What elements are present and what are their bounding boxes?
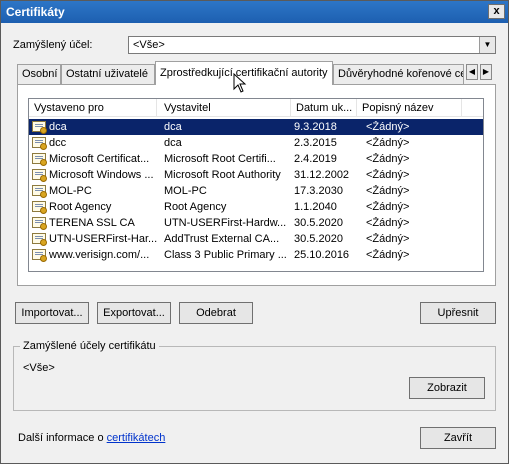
cell-date: 30.5.2020 bbox=[294, 233, 343, 245]
tab-other-people[interactable]: Ostatní uživatelé bbox=[61, 64, 155, 84]
purpose-select[interactable]: <Vše> ▼ bbox=[128, 36, 496, 54]
cell-friendly-name: <Žádný> bbox=[366, 201, 410, 213]
close-button[interactable]: Zavřít bbox=[420, 427, 496, 449]
cell-issuer: dca bbox=[164, 137, 182, 149]
table-row[interactable]: Microsoft Certificat... Microsoft Root C… bbox=[29, 151, 483, 167]
cell-friendly-name: <Žádný> bbox=[366, 137, 410, 149]
chevron-down-icon[interactable]: ▼ bbox=[479, 37, 495, 53]
cell-issued-to: www.verisign.com/... bbox=[49, 249, 150, 261]
certificate-icon bbox=[32, 121, 47, 134]
cell-date: 30.5.2020 bbox=[294, 217, 343, 229]
cell-issuer: Microsoft Root Certifi... bbox=[164, 153, 276, 165]
cell-friendly-name: <Žádný> bbox=[366, 185, 410, 197]
cell-issuer: MOL-PC bbox=[164, 185, 207, 197]
cell-issued-to: MOL-PC bbox=[49, 185, 92, 197]
column-header-label: Vystavitel bbox=[164, 102, 211, 114]
export-button[interactable]: Exportovat... bbox=[97, 302, 171, 324]
cell-friendly-name: <Žádný> bbox=[366, 121, 410, 133]
cell-date: 2.3.2015 bbox=[294, 137, 337, 149]
table-row[interactable]: UTN-USERFirst-Har... AddTrust External C… bbox=[29, 231, 483, 247]
cell-date: 25.10.2016 bbox=[294, 249, 350, 261]
cell-date: 2.4.2019 bbox=[294, 153, 337, 165]
window-title: Certifikáty bbox=[6, 5, 65, 19]
cell-friendly-name: <Žádný> bbox=[366, 233, 410, 245]
footer-text: Další informace o certifikátech bbox=[18, 432, 165, 444]
footer-prefix: Další informace o bbox=[18, 432, 107, 444]
certificate-icon bbox=[32, 201, 47, 214]
column-header-expiration[interactable]: Datum uk... bbox=[291, 99, 357, 117]
certificate-icon bbox=[32, 217, 47, 230]
cell-issued-to: UTN-USERFirst-Har... bbox=[49, 233, 157, 245]
certificate-list[interactable]: Vystaveno pro Vystavitel Datum uk... Pop… bbox=[28, 98, 484, 272]
cell-issuer: Root Agency bbox=[164, 201, 227, 213]
table-row[interactable]: MOL-PC MOL-PC 17.3.2030 <Žádný> bbox=[29, 183, 483, 199]
cell-issued-to: dcc bbox=[49, 137, 67, 149]
certificate-icon bbox=[32, 185, 47, 198]
close-icon: x bbox=[493, 5, 500, 17]
cell-issued-to: Microsoft Certificat... bbox=[49, 153, 150, 165]
certificate-icon bbox=[32, 137, 47, 150]
column-header-label: Vystaveno pro bbox=[34, 102, 104, 114]
cell-issuer: Class 3 Public Primary ... bbox=[164, 249, 287, 261]
cell-issued-to: Microsoft Windows ... bbox=[49, 169, 154, 181]
cell-issued-to: Root Agency bbox=[49, 201, 112, 213]
cell-date: 9.3.2018 bbox=[294, 121, 337, 133]
tab-trusted-root-authorities[interactable]: Důvěryhodné kořenové ce bbox=[333, 64, 464, 84]
cell-issuer: Microsoft Root Authority bbox=[164, 169, 281, 181]
tab-label: Ostatní uživatelé bbox=[66, 68, 148, 80]
certificates-dialog: Certifikáty x Zamýšlený účel: <Vše> ▼ Os… bbox=[0, 0, 509, 464]
tab-scroll-left-icon[interactable]: ◀ bbox=[466, 64, 478, 80]
column-header-label: Datum uk... bbox=[296, 102, 353, 114]
cell-friendly-name: <Žádný> bbox=[366, 217, 410, 229]
import-button[interactable]: Importovat... bbox=[15, 302, 89, 324]
cell-friendly-name: <Žádný> bbox=[366, 169, 410, 181]
title-bar[interactable]: Certifikáty x bbox=[1, 1, 508, 23]
table-row[interactable]: www.verisign.com/... Class 3 Public Prim… bbox=[29, 247, 483, 263]
table-row[interactable]: Microsoft Windows ... Microsoft Root Aut… bbox=[29, 167, 483, 183]
purpose-select-value: <Vše> bbox=[133, 39, 165, 51]
table-row[interactable]: dca dca 9.3.2018 <Žádný> bbox=[29, 119, 483, 135]
certificate-icon bbox=[32, 169, 47, 182]
mouse-cursor-icon bbox=[233, 73, 247, 93]
certificate-purposes-value: <Vše> bbox=[23, 362, 55, 374]
purpose-label: Zamýšlený účel: bbox=[13, 39, 93, 51]
cell-friendly-name: <Žádný> bbox=[366, 153, 410, 165]
close-window-button[interactable]: x bbox=[488, 4, 505, 19]
cell-issuer: UTN-USERFirst-Hardw... bbox=[164, 217, 287, 229]
table-row[interactable]: TERENA SSL CA UTN-USERFirst-Hardw... 30.… bbox=[29, 215, 483, 231]
certificate-icon bbox=[32, 153, 47, 166]
tab-label: Osobní bbox=[22, 68, 58, 80]
cell-issuer: AddTrust External CA... bbox=[164, 233, 280, 245]
cell-issued-to: dca bbox=[49, 121, 67, 133]
cell-issuer: dca bbox=[164, 121, 182, 133]
view-button[interactable]: Zobrazit bbox=[409, 377, 485, 399]
tab-label: Důvěryhodné kořenové ce bbox=[338, 68, 464, 80]
remove-button[interactable]: Odebrat bbox=[179, 302, 253, 324]
column-header-friendly-name[interactable]: Popisný název bbox=[357, 99, 462, 117]
column-header-issuer[interactable]: Vystavitel bbox=[159, 99, 291, 117]
cell-date: 1.1.2040 bbox=[294, 201, 337, 213]
list-header: Vystaveno pro Vystavitel Datum uk... Pop… bbox=[29, 99, 483, 117]
table-row[interactable]: dcc dca 2.3.2015 <Žádný> bbox=[29, 135, 483, 151]
certificate-icon bbox=[32, 249, 47, 262]
column-header-issued-to[interactable]: Vystaveno pro bbox=[29, 99, 157, 117]
cell-issued-to: TERENA SSL CA bbox=[49, 217, 135, 229]
certificates-help-link[interactable]: certifikátech bbox=[107, 432, 166, 444]
cell-date: 31.12.2002 bbox=[294, 169, 350, 181]
advanced-button[interactable]: Upřesnit bbox=[420, 302, 496, 324]
cell-date: 17.3.2030 bbox=[294, 185, 343, 197]
certificate-purposes-title: Zamýšlené účely certifikátu bbox=[20, 340, 159, 352]
table-row[interactable]: Root Agency Root Agency 1.1.2040 <Žádný> bbox=[29, 199, 483, 215]
tab-scroll-right-icon[interactable]: ▶ bbox=[480, 64, 492, 80]
certificate-icon bbox=[32, 233, 47, 246]
column-header-label: Popisný název bbox=[362, 102, 434, 114]
tab-personal[interactable]: Osobní bbox=[17, 64, 61, 84]
cell-friendly-name: <Žádný> bbox=[366, 249, 410, 261]
